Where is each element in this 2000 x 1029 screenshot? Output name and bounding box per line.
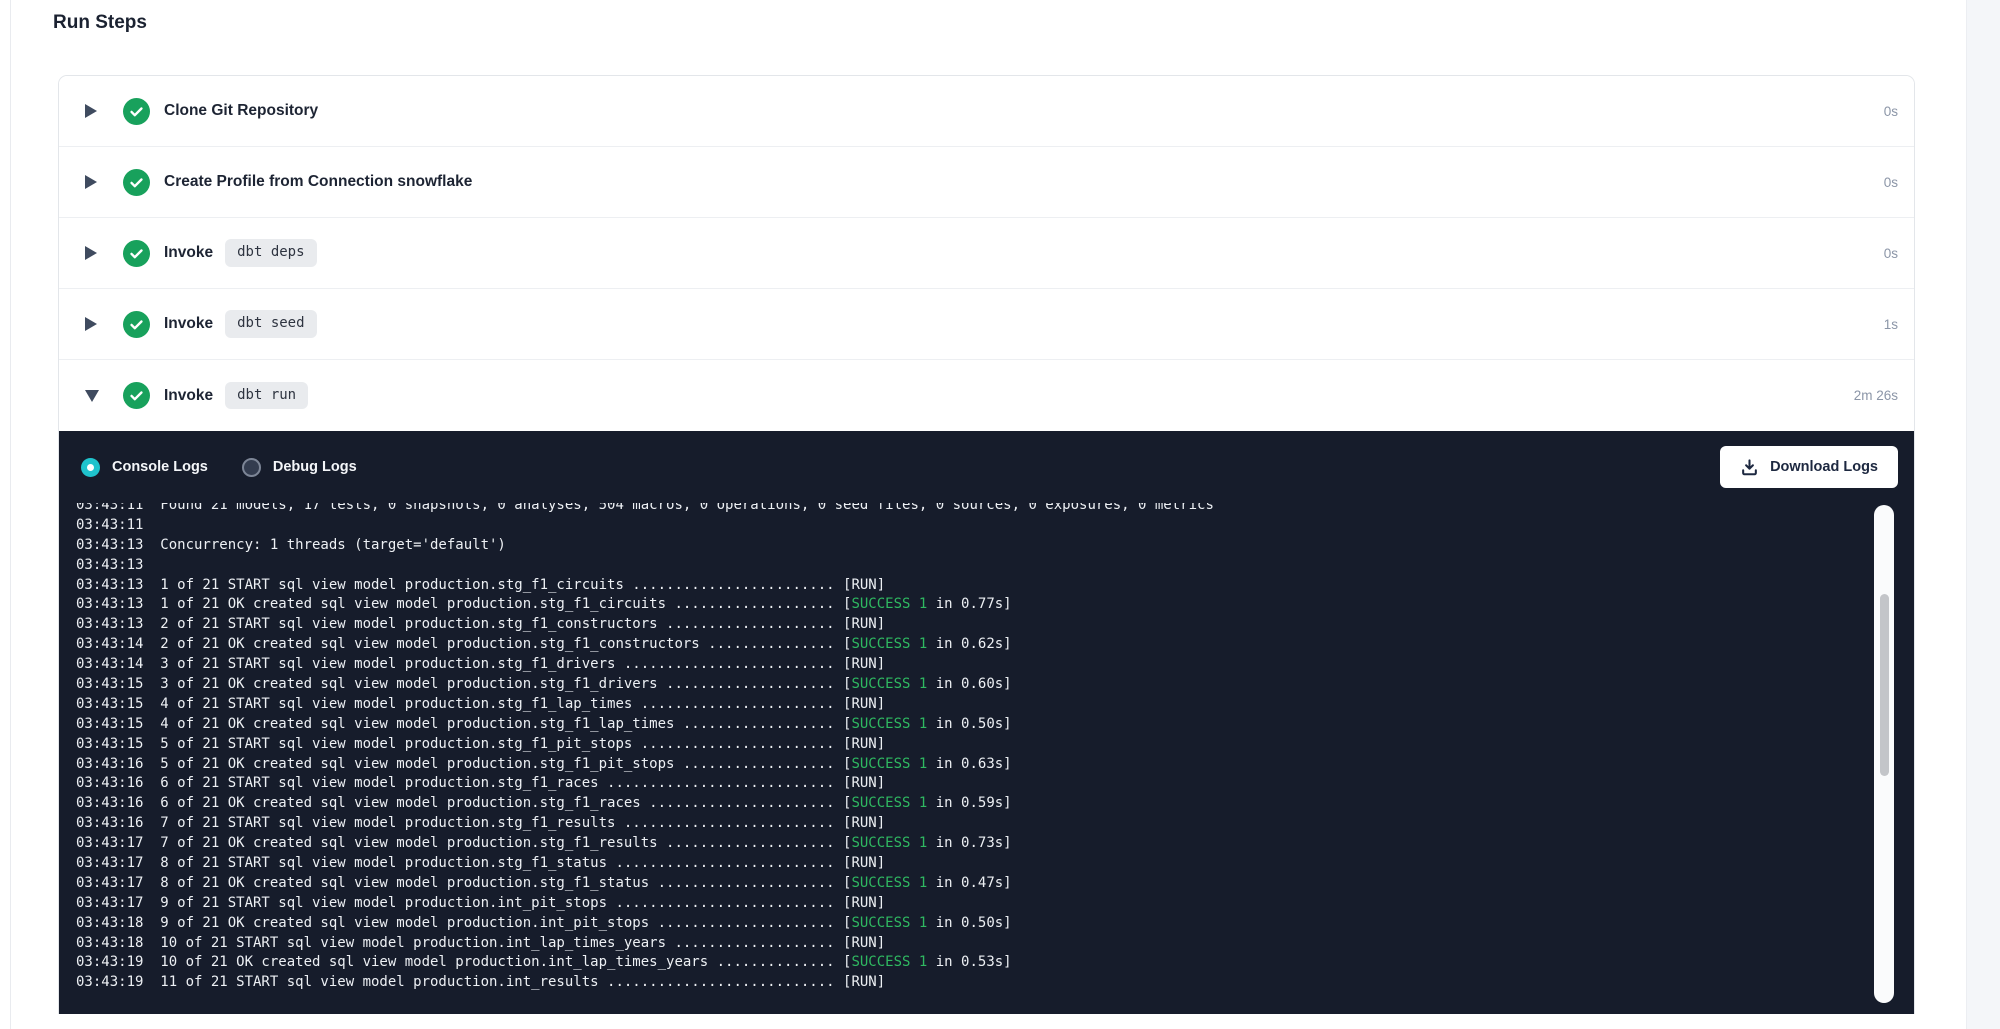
log-line: 03:43:15 5 of 21 START sql view model pr… — [76, 735, 1874, 755]
success-status-text: SUCCESS 1 — [851, 596, 927, 612]
expand-caret-icon[interactable] — [85, 246, 99, 260]
page-title: Run Steps — [53, 12, 147, 34]
status-success-icon — [123, 240, 150, 267]
log-line: 03:43:16 6 of 21 OK created sql view mod… — [76, 794, 1874, 814]
step-row[interactable]: Invoke dbt seed 1s — [59, 289, 1914, 360]
console-log-output[interactable]: 03:43:11 Found 21 models, 17 tests, 0 sn… — [59, 503, 1914, 1014]
log-line: 03:43:19 10 of 21 OK created sql view mo… — [76, 953, 1874, 973]
radio-label: Console Logs — [112, 459, 208, 475]
log-line: 03:43:15 3 of 21 OK created sql view mod… — [76, 675, 1874, 695]
expand-caret-icon[interactable] — [85, 317, 99, 331]
success-status-text: SUCCESS 1 — [851, 915, 927, 931]
caret-triangle — [85, 317, 97, 331]
log-line: 03:43:16 5 of 21 OK created sql view mod… — [76, 755, 1874, 775]
success-status-text: SUCCESS 1 — [851, 875, 927, 891]
step-command-badge: dbt seed — [225, 310, 316, 338]
success-status-text: SUCCESS 1 — [851, 954, 927, 970]
download-icon — [1740, 458, 1759, 477]
log-line: 03:43:14 2 of 21 OK created sql view mod… — [76, 635, 1874, 655]
radio-label: Debug Logs — [273, 459, 357, 475]
log-type-radio-group: Console Logs Debug Logs — [81, 458, 391, 477]
run-steps-list: Clone Git Repository0sCreate Profile fro… — [59, 76, 1914, 431]
log-line: 03:43:17 7 of 21 OK created sql view mod… — [76, 834, 1874, 854]
log-line: 03:43:19 11 of 21 START sql view model p… — [76, 973, 1874, 993]
log-scrollbar-track[interactable] — [1874, 505, 1894, 1003]
success-status-text: SUCCESS 1 — [851, 835, 927, 851]
download-logs-label: Download Logs — [1770, 459, 1878, 475]
step-label: Invoke — [164, 315, 213, 333]
step-label: Create Profile from Connection snowflake — [164, 173, 472, 191]
caret-triangle — [85, 390, 99, 402]
log-line: 03:43:13 2 of 21 START sql view model pr… — [76, 615, 1874, 635]
log-line: 03:43:18 10 of 21 START sql view model p… — [76, 934, 1874, 954]
caret-triangle — [85, 175, 97, 189]
debug-logs-radio[interactable]: Debug Logs — [242, 458, 357, 477]
radio-unselected-icon[interactable] — [242, 458, 261, 477]
log-line: 03:43:13 1 of 21 START sql view model pr… — [76, 576, 1874, 596]
expand-caret-icon[interactable] — [85, 104, 99, 118]
log-line: 03:43:16 6 of 21 START sql view model pr… — [76, 774, 1874, 794]
console-logs-radio[interactable]: Console Logs — [81, 458, 208, 477]
step-row[interactable]: Invoke dbt deps 0s — [59, 218, 1914, 289]
status-success-icon — [123, 382, 150, 409]
log-line: 03:43:17 8 of 21 OK created sql view mod… — [76, 874, 1874, 894]
log-line: 03:43:11 — [76, 516, 1874, 536]
log-line: 03:43:17 8 of 21 START sql view model pr… — [76, 854, 1874, 874]
caret-triangle — [85, 246, 97, 260]
run-steps-card: Clone Git Repository0sCreate Profile fro… — [58, 75, 1915, 1014]
log-line: 03:43:13 Concurrency: 1 threads (target=… — [76, 536, 1874, 556]
log-line: 03:43:18 9 of 21 OK created sql view mod… — [76, 914, 1874, 934]
step-row[interactable]: Invoke dbt run 2m 26s — [59, 360, 1914, 431]
log-line: 03:43:16 7 of 21 START sql view model pr… — [76, 814, 1874, 834]
log-panel: Console Logs Debug Logs Download Logs 03:… — [59, 431, 1914, 1014]
step-label: Invoke — [164, 244, 213, 262]
log-line: 03:43:13 — [76, 556, 1874, 576]
status-success-icon — [123, 311, 150, 338]
page-right-gutter — [1966, 0, 2000, 1029]
radio-selected-icon[interactable] — [81, 458, 100, 477]
caret-triangle — [85, 104, 97, 118]
content-left-divider — [10, 0, 11, 1029]
step-duration: 0s — [1884, 175, 1898, 190]
log-panel-header: Console Logs Debug Logs Download Logs — [59, 431, 1914, 503]
step-command-badge: dbt deps — [225, 239, 316, 267]
step-command-badge: dbt run — [225, 382, 308, 410]
step-duration: 1s — [1884, 317, 1898, 332]
log-line: 03:43:13 1 of 21 OK created sql view mod… — [76, 595, 1874, 615]
expand-caret-icon[interactable] — [85, 175, 99, 189]
download-logs-button[interactable]: Download Logs — [1720, 446, 1898, 488]
success-status-text: SUCCESS 1 — [851, 756, 927, 772]
log-line: 03:43:11 Found 21 models, 17 tests, 0 sn… — [76, 503, 1874, 516]
step-row[interactable]: Create Profile from Connection snowflake… — [59, 147, 1914, 218]
log-line: 03:43:15 4 of 21 START sql view model pr… — [76, 695, 1874, 715]
success-status-text: SUCCESS 1 — [851, 795, 927, 811]
step-duration: 2m 26s — [1854, 388, 1898, 403]
step-row[interactable]: Clone Git Repository 0s — [59, 76, 1914, 147]
collapse-caret-icon[interactable] — [85, 390, 99, 402]
log-line: 03:43:14 3 of 21 START sql view model pr… — [76, 655, 1874, 675]
status-success-icon — [123, 169, 150, 196]
step-label: Invoke — [164, 387, 213, 405]
step-label: Clone Git Repository — [164, 102, 318, 120]
log-line: 03:43:15 4 of 21 OK created sql view mod… — [76, 715, 1874, 735]
log-line: 03:43:17 9 of 21 START sql view model pr… — [76, 894, 1874, 914]
status-success-icon — [123, 98, 150, 125]
success-status-text: SUCCESS 1 — [851, 716, 927, 732]
step-duration: 0s — [1884, 104, 1898, 119]
log-scrollbar-thumb[interactable] — [1880, 594, 1889, 776]
success-status-text: SUCCESS 1 — [851, 636, 927, 652]
step-duration: 0s — [1884, 246, 1898, 261]
success-status-text: SUCCESS 1 — [851, 676, 927, 692]
